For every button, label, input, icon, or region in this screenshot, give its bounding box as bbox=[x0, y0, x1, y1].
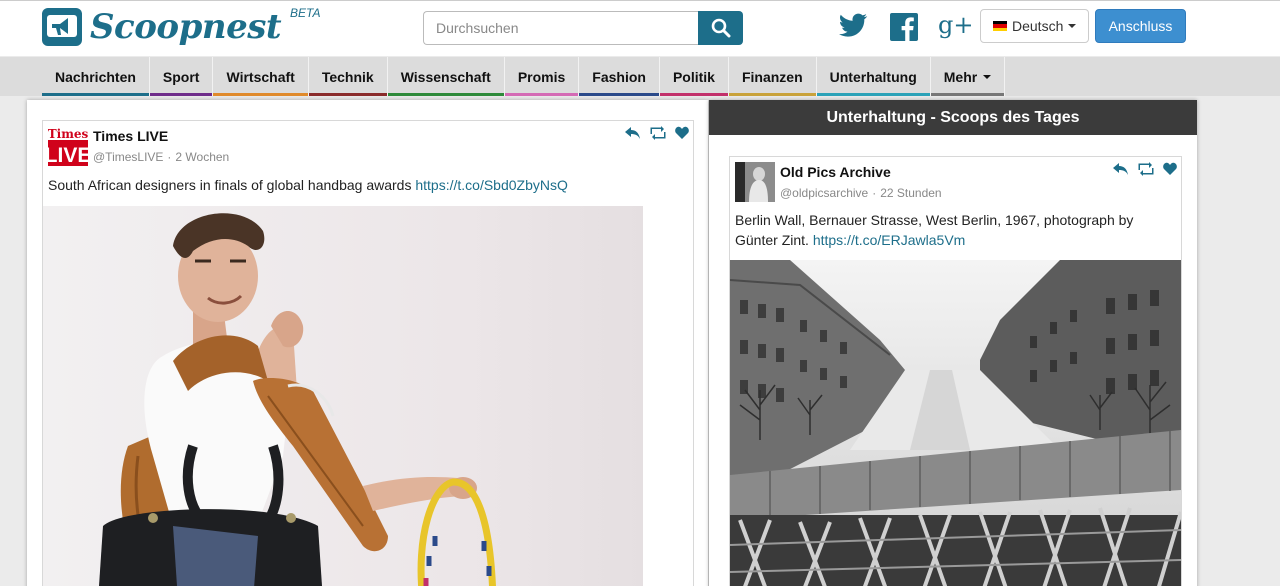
category-tab-label: Sport bbox=[162, 68, 200, 85]
site-logo[interactable]: Scoopnest bbox=[42, 7, 282, 47]
category-tab-label: Mehr bbox=[943, 68, 978, 85]
tweet-link[interactable]: https://t.co/Sbd0ZbyNsQ bbox=[415, 177, 568, 193]
category-tab-label: Finanzen bbox=[741, 68, 803, 85]
chevron-down-icon bbox=[1068, 24, 1077, 28]
top-header: Scoopnest BETA g+ Deutsch Anschluss bbox=[0, 0, 1280, 56]
tweet-body: South African designers in finals of glo… bbox=[48, 177, 416, 193]
sidebar-feed: Unterhaltung - Scoops des Tages Old Pics… bbox=[709, 100, 1197, 586]
tweet-author[interactable]: Old Pics Archive bbox=[780, 164, 891, 180]
category-tab-label: Wissenschaft bbox=[400, 68, 491, 85]
tweet-link[interactable]: https://t.co/ERJawla5Vm bbox=[813, 232, 966, 248]
tweet-meta: @oldpicsarchive · 22 Stunden bbox=[780, 186, 942, 200]
search-button[interactable] bbox=[698, 11, 743, 45]
tweet-text: South African designers in finals of glo… bbox=[48, 175, 568, 195]
section-heading: Unterhaltung - Scoops des Tages bbox=[709, 100, 1197, 135]
search-icon bbox=[711, 18, 730, 38]
category-tab-label: Technik bbox=[321, 68, 374, 85]
category-tab-label: Fashion bbox=[592, 68, 646, 85]
category-tab-politik[interactable]: Politik bbox=[659, 57, 729, 96]
category-tab-label: Nachrichten bbox=[55, 68, 136, 85]
category-tab-wissenschaft[interactable]: Wissenschaft bbox=[387, 57, 505, 96]
category-bar: Nachrichten Sport Wirtschaft Technik Wissens… bbox=[0, 57, 1280, 96]
avatar[interactable] bbox=[735, 162, 775, 202]
category-tab-sport[interactable]: Sport bbox=[149, 57, 214, 96]
category-tab-label: Promis bbox=[517, 68, 566, 85]
tweet-actions bbox=[625, 126, 689, 140]
avatar-label-top: Times bbox=[48, 127, 88, 141]
logo-text: Scoopnest bbox=[90, 7, 282, 47]
avatar[interactable]: Times LIVE bbox=[45, 126, 91, 167]
beta-label: BETA bbox=[290, 6, 321, 20]
join-button[interactable]: Anschluss bbox=[1095, 9, 1186, 43]
main-feed: Times LIVE Times LIVE @TimesLIVE · 2 Woche… bbox=[27, 100, 708, 586]
tweet-meta: @TimesLIVE · 2 Wochen bbox=[93, 150, 230, 164]
tweet-photo[interactable] bbox=[43, 206, 643, 586]
category-tab-wirtschaft[interactable]: Wirtschaft bbox=[213, 57, 309, 96]
reply-icon[interactable] bbox=[1113, 162, 1129, 176]
category-tab-unterhaltung[interactable]: Unterhaltung bbox=[816, 57, 931, 96]
tweet-time[interactable]: 22 Stunden bbox=[880, 186, 941, 200]
chevron-down-icon bbox=[983, 74, 992, 79]
german-flag-icon bbox=[993, 21, 1007, 31]
search-bar bbox=[423, 11, 743, 45]
category-tab-mehr[interactable]: Mehr bbox=[930, 57, 1006, 96]
tweet-author[interactable]: Times LIVE bbox=[93, 128, 168, 144]
category-tab-nachrichten[interactable]: Nachrichten bbox=[42, 57, 150, 96]
category-tab-label: Politik bbox=[672, 68, 715, 85]
category-nav: Nachrichten Sport Wirtschaft Technik Wissens… bbox=[42, 57, 1006, 96]
tweet-text: Berlin Wall, Bernauer Strasse, West Berl… bbox=[735, 210, 1175, 250]
category-tab-technik[interactable]: Technik bbox=[308, 57, 388, 96]
tweet-handle[interactable]: @TimesLIVE bbox=[93, 150, 163, 164]
heart-icon[interactable] bbox=[1163, 162, 1177, 175]
reply-icon[interactable] bbox=[625, 126, 641, 140]
avatar-label-bottom: LIVE bbox=[48, 144, 88, 166]
twitter-icon[interactable] bbox=[838, 13, 868, 44]
retweet-icon[interactable] bbox=[1137, 162, 1155, 176]
tweet-actions bbox=[1113, 162, 1177, 176]
heart-icon[interactable] bbox=[675, 126, 689, 139]
category-tab-promis[interactable]: Promis bbox=[504, 57, 580, 96]
tweet-card[interactable]: Old Pics Archive @oldpicsarchive · 22 Stun… bbox=[729, 156, 1182, 586]
tweet-card[interactable]: Times LIVE Times LIVE @TimesLIVE · 2 Woche… bbox=[42, 120, 694, 586]
retweet-icon[interactable] bbox=[649, 126, 667, 140]
category-tab-label: Unterhaltung bbox=[829, 68, 917, 85]
search-input[interactable] bbox=[423, 11, 698, 45]
megaphone-icon bbox=[42, 8, 82, 46]
tweet-photo[interactable] bbox=[730, 260, 1181, 586]
facebook-icon[interactable] bbox=[890, 13, 918, 46]
google-plus-icon[interactable]: g+ bbox=[938, 11, 973, 39]
category-tab-fashion[interactable]: Fashion bbox=[579, 57, 660, 96]
category-tab-finanzen[interactable]: Finanzen bbox=[728, 57, 817, 96]
tweet-time[interactable]: 2 Wochen bbox=[175, 150, 229, 164]
category-tab-label: Wirtschaft bbox=[226, 68, 295, 85]
tweet-handle[interactable]: @oldpicsarchive bbox=[780, 186, 868, 200]
language-label: Deutsch bbox=[1012, 18, 1064, 34]
language-dropdown[interactable]: Deutsch bbox=[980, 9, 1089, 43]
